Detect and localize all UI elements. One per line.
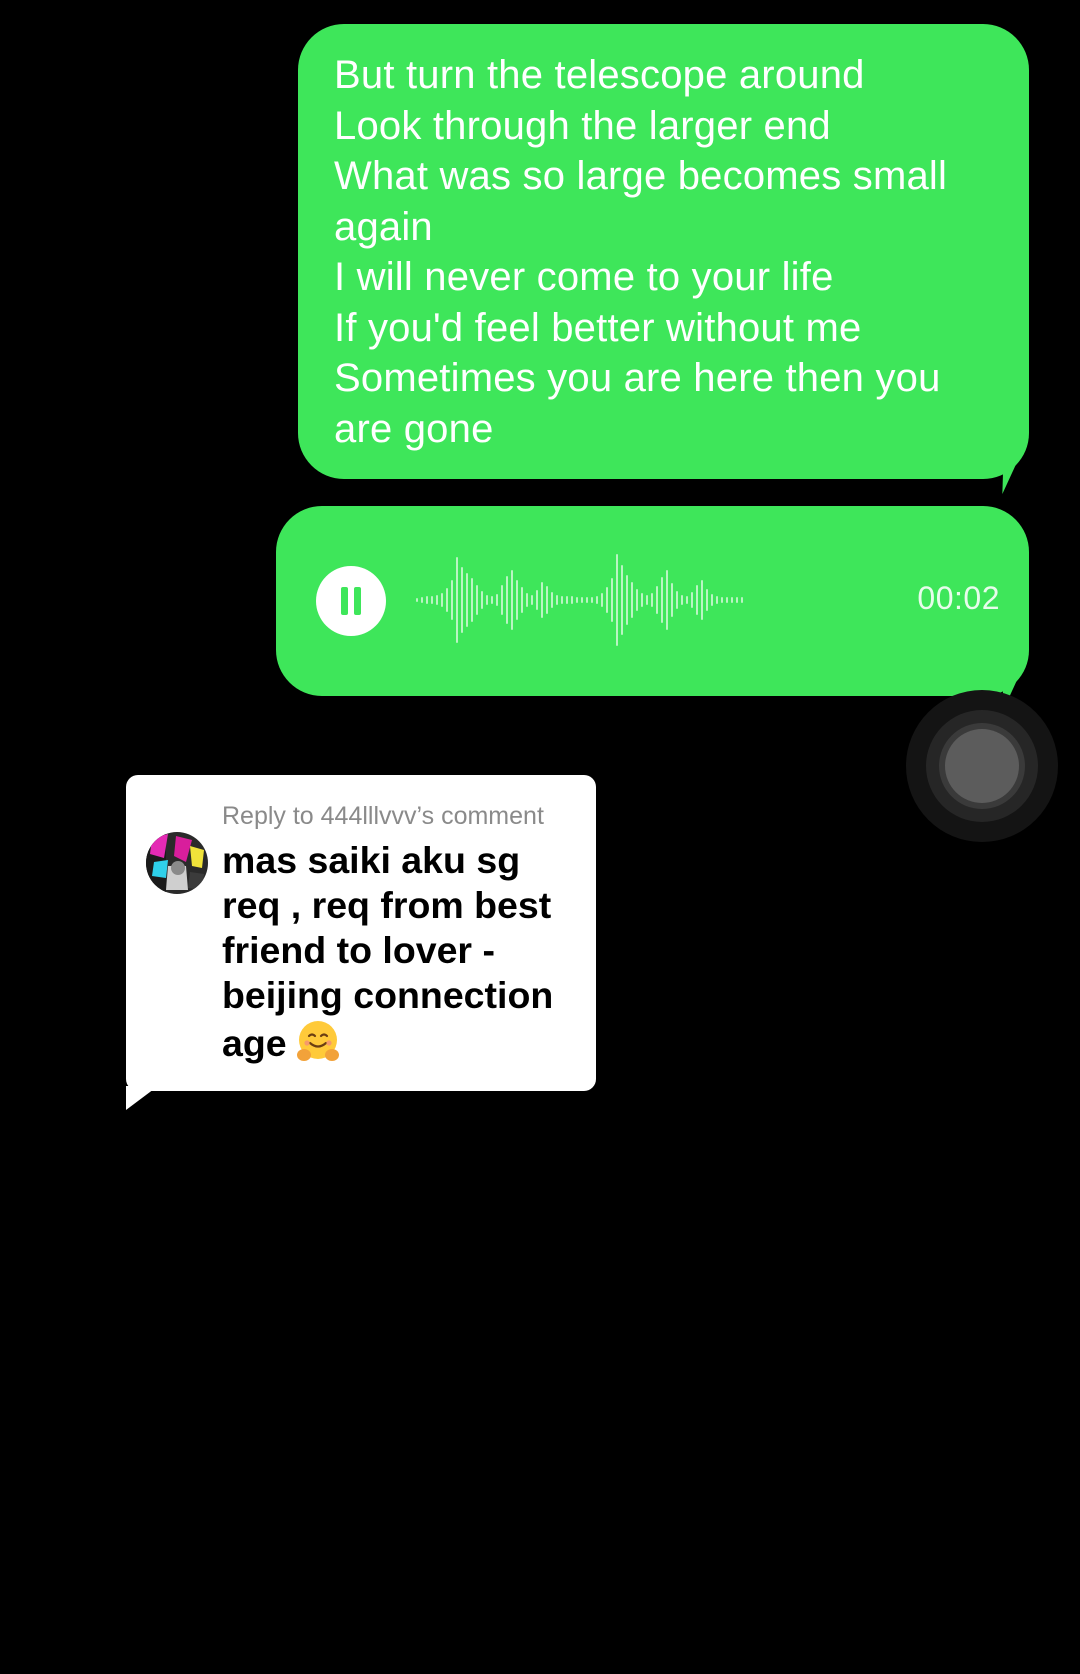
reply-line-last: age: [222, 1018, 592, 1066]
message-line: are gone: [334, 406, 494, 451]
waveform-bar: [611, 578, 613, 622]
waveform-bar: [571, 596, 573, 604]
waveform-bar: [671, 583, 673, 617]
reply-line: beijing connection: [222, 974, 554, 1016]
reply-line: mas saiki aku sg: [222, 839, 521, 881]
waveform-bar: [636, 589, 638, 611]
waveform-bar: [456, 557, 458, 643]
reply-line: age: [222, 1022, 287, 1064]
message-text: But turn the telescope around Look throu…: [334, 50, 999, 454]
waveform-bar: [606, 587, 608, 613]
waveform-bar: [566, 596, 568, 604]
waveform-bar: [461, 567, 463, 633]
reply-line: friend to lover -: [222, 929, 495, 971]
assistive-touch-button[interactable]: [906, 690, 1058, 842]
waveform-bar: [616, 554, 618, 646]
waveform-bar: [491, 596, 493, 604]
waveform-bar: [726, 597, 728, 603]
message-line: But turn the telescope around: [334, 53, 865, 97]
waveform-bar: [736, 597, 738, 603]
waveform-bar: [706, 589, 708, 611]
waveform-bar: [501, 585, 503, 615]
waveform-bar: [626, 575, 628, 625]
waveform-bar: [511, 570, 513, 630]
waveform-bar: [716, 596, 718, 604]
waveform-bar: [536, 590, 538, 610]
waveform-bar: [586, 597, 588, 603]
waveform-bar: [676, 591, 678, 609]
waveform-bar: [436, 595, 438, 605]
pause-button[interactable]: [316, 566, 386, 636]
waveform-bar: [521, 587, 523, 613]
reply-header: Reply to 444lllvvv’s comment: [222, 802, 544, 830]
waveform-bar: [551, 592, 553, 608]
waveform-bar: [581, 597, 583, 603]
waveform-bar: [546, 586, 548, 614]
waveform-bar: [471, 578, 473, 622]
waveform-bar: [476, 585, 478, 615]
waveform-bar: [641, 593, 643, 607]
waveform-bar: [446, 588, 448, 612]
waveform-bar: [431, 596, 433, 604]
waveform-bar: [541, 582, 543, 618]
waveform-bar: [661, 577, 663, 623]
waveform-bar: [576, 597, 578, 603]
waveform-bar: [591, 597, 593, 603]
waveform-bar: [596, 596, 598, 604]
sent-message-bubble[interactable]: But turn the telescope around Look throu…: [298, 24, 1029, 479]
waveform-bar: [656, 586, 658, 614]
waveform-bar: [466, 573, 468, 627]
message-line: again: [334, 204, 433, 249]
waveform-bar: [686, 596, 688, 604]
waveform-bar: [481, 591, 483, 609]
waveform-bar: [696, 585, 698, 615]
waveform-bar: [531, 595, 533, 605]
waveform-bar: [506, 576, 508, 624]
waveform-bar: [421, 597, 423, 603]
assistive-touch-dot: [945, 729, 1019, 803]
waveform-bar: [516, 580, 518, 620]
waveform-bar: [426, 596, 428, 604]
waveform-bar: [556, 595, 558, 605]
avatar[interactable]: [146, 832, 208, 894]
hugging-face-emoji: [296, 1021, 339, 1061]
reply-line: req , req from best: [222, 884, 552, 926]
waveform-bar: [561, 596, 563, 604]
message-line: What was so large becomes small: [334, 154, 948, 198]
waveform-bar: [741, 597, 743, 603]
waveform-bar: [651, 593, 653, 607]
message-line: I will never come to your life: [334, 255, 834, 299]
waveform-bar: [486, 595, 488, 605]
waveform-bar: [711, 594, 713, 606]
waveform-bar: [681, 595, 683, 605]
waveform-bar: [451, 580, 453, 620]
waveform-bar: [731, 597, 733, 603]
waveform-bar: [691, 592, 693, 608]
waveform-bar: [721, 597, 723, 603]
waveform-bar: [496, 594, 498, 606]
waveform-bar: [601, 593, 603, 607]
waveform-bar: [416, 598, 418, 602]
waveform-bar: [526, 593, 528, 607]
voice-duration: 00:02: [917, 580, 1000, 616]
waveform-bar: [666, 570, 668, 630]
message-line: If you'd feel better without me: [334, 305, 862, 350]
message-line: Look through the larger end: [334, 103, 831, 148]
waveform-bar: [441, 593, 443, 607]
waveform-bar: [701, 580, 703, 620]
reply-comment-text: mas saiki aku sg req , req from best fri…: [222, 838, 592, 1066]
waveform-bar: [631, 582, 633, 618]
reply-card-tail: [126, 1086, 158, 1110]
waveform-bar: [646, 595, 648, 605]
message-line: Sometimes you are here then you: [334, 356, 941, 400]
waveform-bar: [621, 565, 623, 635]
waveform[interactable]: [414, 548, 784, 652]
